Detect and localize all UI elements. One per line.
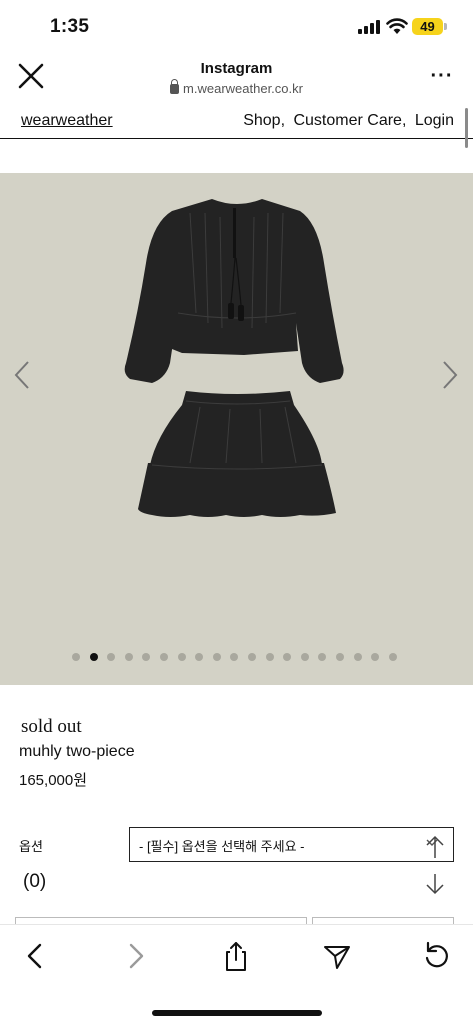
site-links: Shop, Customer Care, Login	[239, 112, 454, 130]
wifi-icon	[386, 18, 408, 34]
carousel-dot[interactable]	[353, 653, 362, 661]
status-bar: 1:35 49	[0, 0, 473, 52]
forward-icon[interactable]	[118, 939, 152, 973]
carousel-dot[interactable]	[248, 653, 256, 661]
carousel-dot[interactable]	[388, 653, 397, 661]
status-time: 1:35	[50, 16, 90, 37]
battery-indicator: 49	[412, 18, 443, 35]
option-label: 옵션	[19, 839, 43, 854]
send-icon[interactable]	[320, 939, 354, 973]
back-icon[interactable]	[19, 939, 53, 973]
url-text: m.wearweather.co.kr	[183, 81, 303, 96]
product-image-carousel[interactable]	[0, 173, 473, 685]
carousel-dot[interactable]	[124, 653, 133, 661]
carousel-dot[interactable]	[72, 653, 80, 661]
product-photo	[124, 199, 344, 517]
browser-toolbar	[0, 924, 473, 1024]
product-price: 165,000원	[19, 772, 88, 789]
nav-link-shop[interactable]: Shop,	[243, 112, 285, 129]
cellular-signal-icon	[358, 20, 380, 34]
carousel-dot[interactable]	[212, 653, 221, 661]
carousel-dot[interactable]	[177, 653, 186, 661]
quantity-count: (0)	[23, 871, 47, 892]
battery-tip	[444, 23, 447, 30]
scrollbar[interactable]	[465, 108, 468, 148]
reload-icon[interactable]	[420, 939, 454, 973]
arrow-down-icon[interactable]	[424, 872, 446, 896]
browser-title: Instagram	[200, 60, 273, 77]
carousel-dot[interactable]	[160, 653, 168, 661]
product-name: muhly two-piece	[19, 743, 135, 760]
nav-link-login[interactable]: Login	[415, 112, 454, 129]
option-select[interactable]: - [필수] 옵션을 선택해 주세요 -	[129, 827, 454, 862]
option-placeholder: - [필수] 옵션을 선택해 주세요 -	[139, 839, 305, 854]
carousel-dot[interactable]	[336, 653, 344, 661]
browser-url[interactable]: m.wearweather.co.kr	[0, 79, 473, 96]
more-icon[interactable]: ···	[428, 62, 456, 90]
product-status: sold out	[21, 716, 82, 737]
home-indicator	[152, 1010, 322, 1016]
carousel-dot[interactable]	[265, 653, 274, 661]
carousel-dot[interactable]	[300, 653, 309, 661]
carousel-dot[interactable]	[89, 653, 98, 661]
chevron-right-icon[interactable]	[438, 358, 462, 392]
browser-header: Instagram m.wearweather.co.kr ···	[0, 52, 473, 104]
site-nav: wearweather Shop, Customer Care, Login	[0, 104, 473, 139]
arrow-up-icon[interactable]	[424, 834, 446, 860]
share-icon[interactable]	[219, 939, 253, 973]
nav-link-customer-care[interactable]: Customer Care,	[293, 112, 406, 129]
lock-icon	[170, 79, 180, 94]
chevron-left-icon[interactable]	[10, 358, 34, 392]
site-logo[interactable]: wearweather	[21, 112, 113, 130]
